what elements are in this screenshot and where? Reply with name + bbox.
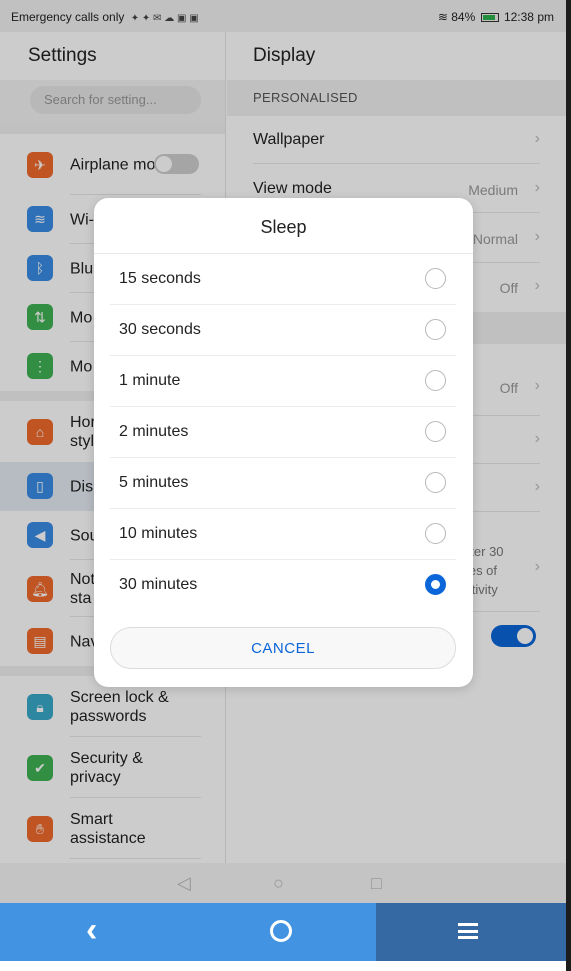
sleep-option-2-minutes[interactable]: 2 minutes xyxy=(110,407,456,458)
radio-button[interactable] xyxy=(425,523,446,544)
sleep-option-5-minutes[interactable]: 5 minutes xyxy=(110,458,456,509)
radio-button[interactable] xyxy=(425,370,446,391)
system-nav-bar: ‹ xyxy=(0,903,566,961)
sleep-option-15-seconds[interactable]: 15 seconds xyxy=(110,254,456,305)
sleep-option-10-minutes[interactable]: 10 minutes xyxy=(110,509,456,560)
sleep-dialog: Sleep 15 seconds 30 seconds 1 minute 2 m… xyxy=(94,198,473,687)
radio-button-selected[interactable] xyxy=(425,574,446,595)
dialog-title: Sleep xyxy=(94,198,473,254)
menu-button[interactable] xyxy=(458,923,478,939)
radio-button[interactable] xyxy=(425,472,446,493)
sleep-option-30-seconds[interactable]: 30 seconds xyxy=(110,305,456,356)
screen: Emergency calls only ✦ ✦ ✉ ☁ ▣ ▣ ≋ 84% 1… xyxy=(0,0,566,971)
radio-button[interactable] xyxy=(425,319,446,340)
back-button[interactable]: ‹ xyxy=(86,911,97,950)
radio-button[interactable] xyxy=(425,421,446,442)
cancel-button[interactable]: CANCEL xyxy=(110,627,456,669)
home-button[interactable] xyxy=(270,920,292,942)
sleep-option-30-minutes[interactable]: 30 minutes xyxy=(110,560,456,611)
sleep-option-1-minute[interactable]: 1 minute xyxy=(110,356,456,407)
radio-button[interactable] xyxy=(425,268,446,289)
